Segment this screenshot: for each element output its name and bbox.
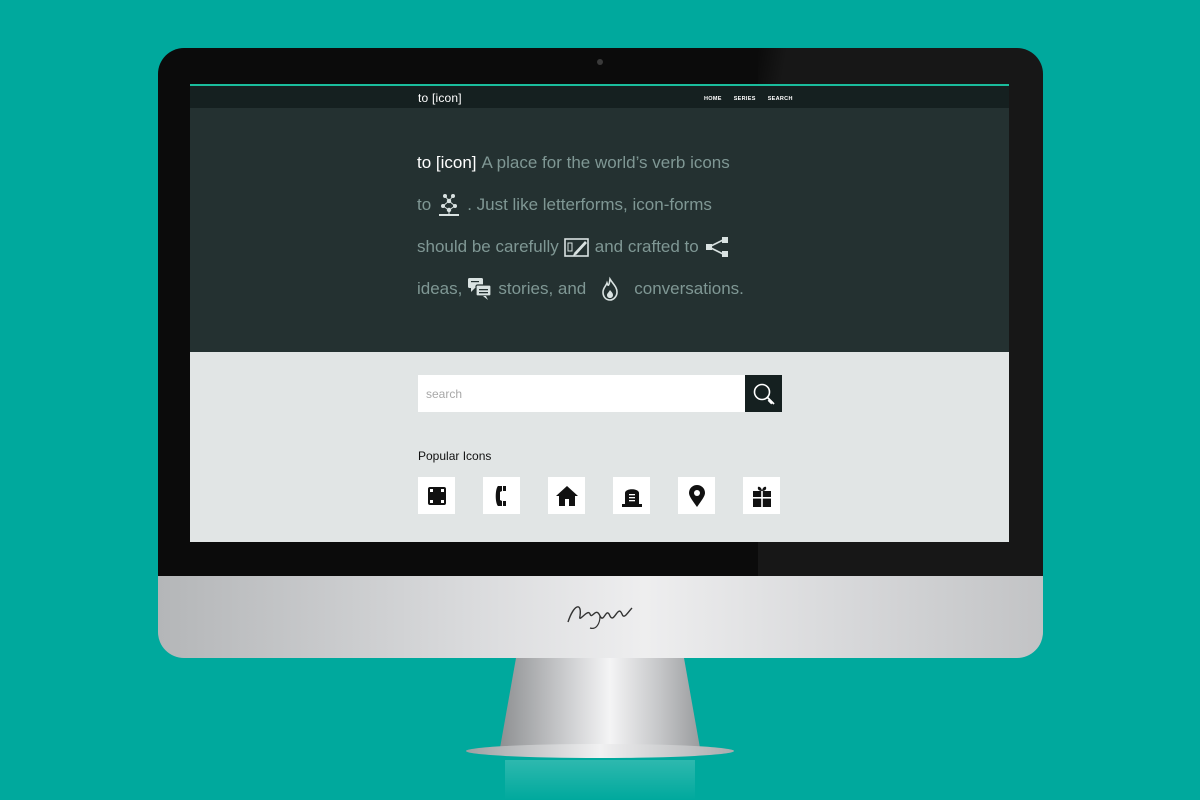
popular-icons-list <box>418 477 780 514</box>
phone-icon[interactable] <box>483 477 520 514</box>
magnifier-icon <box>753 383 775 405</box>
molecule-icon[interactable] <box>435 192 463 218</box>
flame-icon[interactable] <box>596 276 624 302</box>
hero-line-3: should be carefully and crafted to <box>417 234 735 260</box>
navbar: to [icon] HOME SERIES SEARCH <box>190 86 1009 108</box>
home-icon[interactable] <box>548 477 585 514</box>
share-icon[interactable] <box>703 234 731 260</box>
search-button[interactable] <box>745 375 782 412</box>
stand-reflection <box>505 760 695 800</box>
chin-logo-icon <box>567 606 633 629</box>
hero-text-3b: and crafted to <box>594 237 699 256</box>
popular-icons-title: Popular Icons <box>418 449 492 463</box>
hero-text-2a: to <box>417 195 432 214</box>
hero-text-3a: should be carefully <box>417 237 559 256</box>
frame-icon[interactable] <box>418 477 455 514</box>
chat-bubbles-icon[interactable] <box>466 276 494 302</box>
nav-search[interactable]: SEARCH <box>768 96 793 102</box>
nav-home[interactable]: HOME <box>704 96 722 102</box>
hero-text-4c: conversations. <box>634 279 744 298</box>
hero-section: to [icon] A place for the world’s verb i… <box>190 108 1009 352</box>
nav-menu: HOME SERIES SEARCH <box>704 96 793 102</box>
hero-text-4b: stories, and <box>498 279 587 298</box>
camera-icon <box>597 59 603 65</box>
hero-text-1: A place for the world’s verb icons <box>481 153 730 172</box>
hero-line-4: ideas, stories, and conversations. <box>417 276 744 302</box>
tablet-pen-icon[interactable] <box>563 234 591 260</box>
search-input[interactable] <box>418 375 745 412</box>
monitor-stand <box>500 658 700 748</box>
site-brand[interactable]: to [icon] <box>418 91 462 105</box>
monitor-foot <box>466 744 734 758</box>
hero-line-1: to [icon] A place for the world’s verb i… <box>417 150 730 176</box>
gift-icon[interactable] <box>743 477 780 514</box>
location-pin-icon[interactable] <box>678 477 715 514</box>
hero-text-4a: ideas, <box>417 279 463 298</box>
tombstone-icon[interactable] <box>613 477 650 514</box>
nav-series[interactable]: SERIES <box>734 96 756 102</box>
hero-line-2: to . Just like letterforms, icon-forms <box>417 192 712 218</box>
lower-section: Popular Icons <box>190 352 1009 542</box>
hero-text-2b: . Just like letterforms, icon-forms <box>467 195 712 214</box>
screen: to [icon] HOME SERIES SEARCH to [icon] A… <box>190 84 1009 542</box>
hero-brand: to [icon] <box>417 153 477 172</box>
